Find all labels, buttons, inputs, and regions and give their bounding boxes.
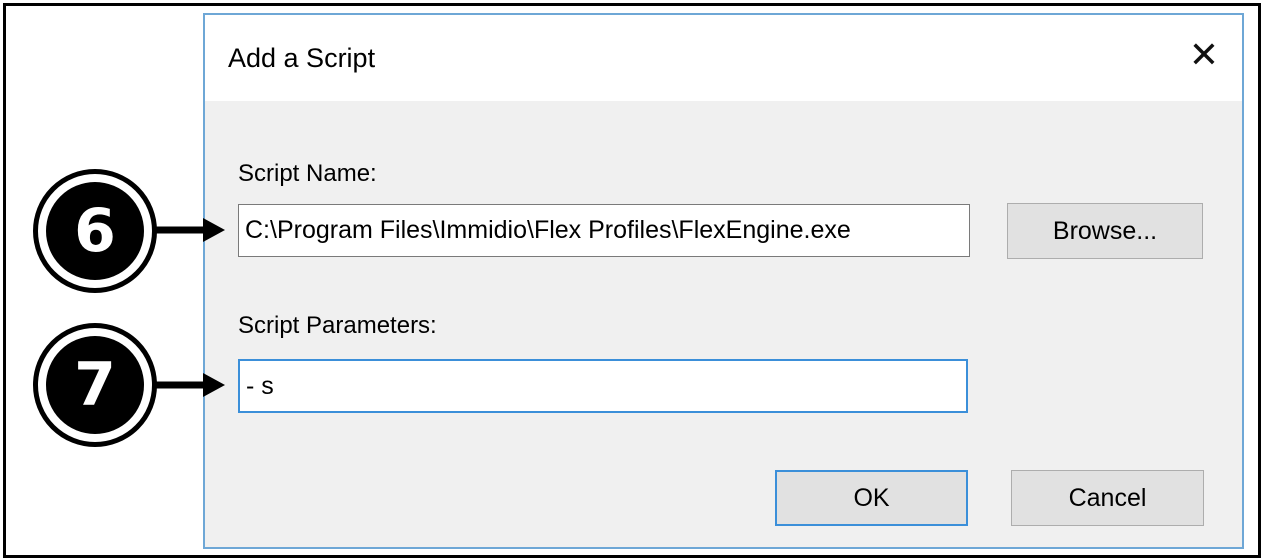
step-callout-6: 6: [33, 169, 157, 293]
arrow-icon: [150, 218, 225, 242]
step-number: 6: [46, 182, 144, 280]
step-callout-7: 7: [33, 323, 157, 447]
arrow-icon: [150, 373, 225, 397]
step-number: 7: [46, 336, 144, 434]
callout-arrows: [150, 218, 225, 397]
